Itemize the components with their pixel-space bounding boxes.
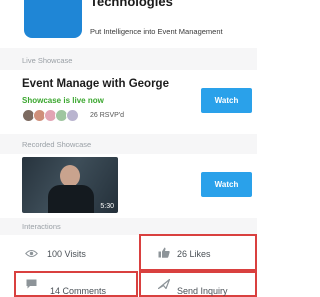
likes-cell[interactable]: 26 Likes	[139, 234, 257, 271]
company-name: Technologies	[90, 0, 173, 9]
eye-icon	[25, 236, 38, 271]
live-showcase-label: Live Showcase	[22, 56, 73, 65]
rsvp-count: 26 RSVP'd	[90, 112, 125, 119]
comments-count: 14 Comments	[50, 286, 107, 296]
recorded-showcase-header: Recorded Showcase	[0, 134, 257, 154]
watch-recorded-button[interactable]: Watch	[201, 172, 252, 197]
video-duration: 5:30	[100, 203, 114, 210]
visits-count: 100 Visits	[47, 249, 86, 259]
company-logo	[24, 0, 82, 38]
recorded-showcase-label: Recorded Showcase	[22, 140, 92, 149]
interactions-label: Interactions	[22, 222, 61, 231]
comments-cell[interactable]: 14 Comments	[14, 271, 138, 297]
avatar	[66, 109, 79, 122]
send-inquiry-cell[interactable]: Send Inquiry	[139, 271, 257, 297]
likes-count: 26 Likes	[177, 249, 211, 259]
send-icon	[158, 273, 170, 295]
live-status-text: Showcase is live now	[22, 96, 104, 105]
attendee-avatars	[22, 109, 82, 123]
live-event-title[interactable]: Event Manage with George	[22, 78, 169, 90]
comment-icon	[26, 273, 37, 295]
interactions-header: Interactions	[0, 218, 257, 235]
recorded-video-thumbnail[interactable]: 5:30	[22, 157, 118, 213]
send-inquiry-label: Send Inquiry	[177, 286, 228, 296]
company-tagline: Put Intelligence into Event Management	[90, 27, 223, 36]
company-header: Technologies Put Intelligence into Event…	[0, 0, 257, 48]
speaker-head	[60, 165, 80, 187]
thumbs-up-icon	[158, 236, 170, 269]
visits-cell: 100 Visits	[0, 236, 138, 271]
live-showcase-header: Live Showcase	[0, 48, 257, 70]
speaker-body	[48, 185, 94, 213]
watch-live-button[interactable]: Watch	[201, 88, 252, 113]
